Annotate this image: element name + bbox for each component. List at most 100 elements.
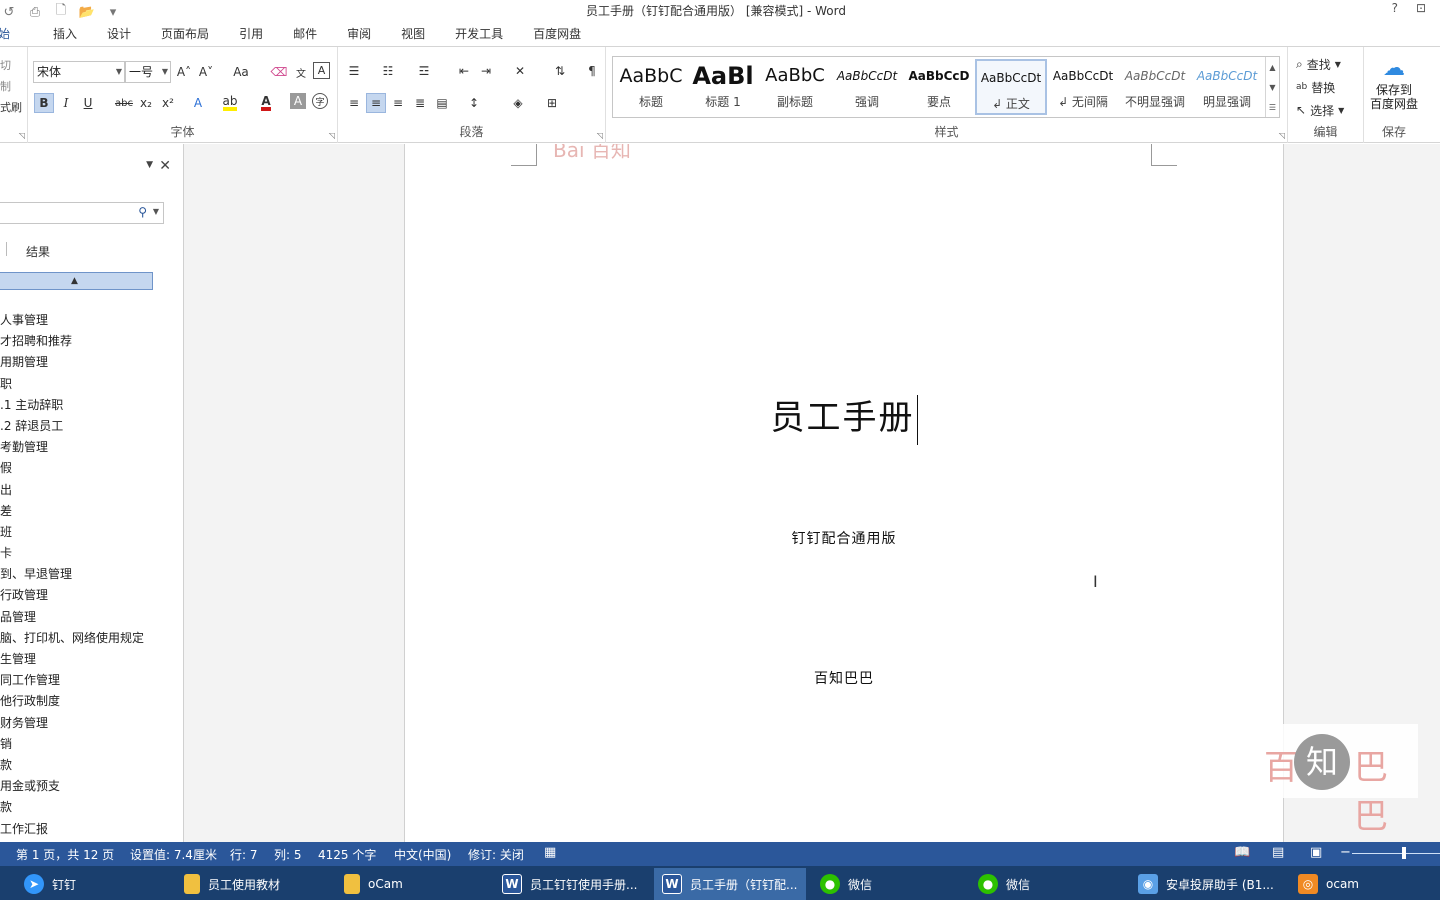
search-icon[interactable]: ⚲ (138, 205, 147, 219)
heading-item[interactable]: 到、早退管理 (0, 564, 183, 585)
font-size-combo[interactable]: 一号 ▼ (125, 61, 171, 83)
read-mode-icon[interactable]: 📖 (1234, 845, 1250, 860)
word-count[interactable]: 4125 个字 (318, 846, 376, 863)
borders-icon[interactable]: ⊞ (542, 93, 562, 113)
heading-item[interactable]: 行政管理 (0, 585, 183, 606)
numbering-icon[interactable]: ☷ (378, 61, 398, 81)
column-status[interactable]: 列: 5 (274, 846, 302, 863)
web-layout-icon[interactable]: ▣ (1310, 845, 1322, 860)
select-button[interactable]: ↖ 选择 ▼ (1296, 99, 1344, 121)
enclose-char-icon[interactable]: 字 (312, 93, 328, 109)
style-title[interactable]: AaBbC 标题 (615, 59, 687, 115)
text-direction-icon[interactable]: ✕ (510, 61, 530, 81)
tab-design[interactable]: 设计 (92, 22, 146, 46)
phonetic-guide-icon[interactable]: 文 (291, 62, 311, 82)
distributed-icon[interactable]: ▤ (432, 93, 452, 113)
paragraph-launcher-icon[interactable]: ◹ (597, 131, 603, 140)
styles-launcher-icon[interactable]: ◹ (1279, 131, 1285, 140)
style-strong[interactable]: AaBbCcD 要点 (903, 59, 975, 115)
change-case-button[interactable]: Aa (226, 62, 256, 82)
position-status[interactable]: 设置值: 7.4厘米 (130, 846, 217, 863)
align-left-icon[interactable]: ≡ (344, 93, 364, 113)
heading-item[interactable]: 同工作管理 (0, 670, 183, 691)
increase-indent-icon[interactable]: ⇥ (476, 61, 496, 81)
style-normal[interactable]: AaBbCcDt ↲ 正文 (975, 59, 1047, 115)
multilevel-list-icon[interactable]: ☲ (414, 61, 434, 81)
tab-baidu-netdisk[interactable]: 百度网盘 (518, 22, 596, 46)
document-page[interactable]: Bai 百知 员工手册 钉钉配合通用版 百知巴巴 I (404, 144, 1284, 842)
font-color-icon[interactable]: A (256, 93, 276, 113)
taskbar-item-dingtalk[interactable]: ➤ 钉钉 (24, 868, 144, 900)
find-button[interactable]: ⌕ 查找 ▼ (1296, 53, 1341, 75)
print-layout-icon[interactable]: ▤ (1272, 845, 1284, 860)
tab-view[interactable]: 视图 (386, 22, 440, 46)
nav-search-input[interactable]: ⚲ ▼ (0, 202, 164, 224)
strikethrough-button[interactable]: abc (112, 93, 136, 113)
heading-item[interactable]: 销 (0, 734, 183, 755)
clear-format-icon[interactable]: ⌫ (269, 62, 289, 82)
heading-item[interactable]: 差 (0, 501, 183, 522)
taskbar-item-wechat-2[interactable]: ● 微信 (978, 868, 1128, 900)
tab-home[interactable]: 始 (0, 22, 26, 46)
taskbar-item-folder-1[interactable]: 员工使用教材 (184, 868, 334, 900)
more-styles-icon[interactable]: ☰ (1269, 103, 1276, 112)
chevron-up-icon[interactable]: ▲ (1269, 63, 1275, 72)
grow-font-button[interactable]: A˄ (174, 62, 194, 82)
tab-results[interactable]: 结果 (26, 243, 50, 260)
document-subtitle[interactable]: 钉钉配合通用版 (405, 528, 1283, 548)
heading-item[interactable]: 职 (0, 374, 183, 395)
char-border-icon[interactable]: A (313, 62, 330, 79)
subscript-button[interactable]: x₂ (136, 93, 156, 113)
close-icon[interactable]: ✕ (159, 158, 171, 174)
justify-icon[interactable]: ≣ (410, 93, 430, 113)
format-painter-button[interactable]: 式刷 (0, 97, 22, 118)
taskbar-item-folder-2[interactable]: oCam (344, 868, 494, 900)
line-status[interactable]: 行: 7 (230, 846, 258, 863)
zoom-out-icon[interactable]: − (1340, 845, 1351, 860)
heading-item[interactable]: 工作汇报 (0, 819, 183, 840)
document-title[interactable]: 员工手册 (405, 390, 1283, 445)
cut-button[interactable]: 切 (0, 55, 22, 76)
collapse-heading-button[interactable]: ▲ (0, 272, 153, 290)
heading-item[interactable]: 用期管理 (0, 352, 183, 373)
superscript-button[interactable]: x² (158, 93, 178, 113)
font-launcher-icon[interactable]: ◹ (329, 131, 335, 140)
taskbar-item-word-2[interactable]: W 员工手册（钉钉配... (654, 868, 806, 900)
bullets-icon[interactable]: ☰ (344, 61, 364, 81)
heading-item[interactable]: 人事管理 (0, 310, 183, 331)
decrease-indent-icon[interactable]: ⇤ (454, 61, 474, 81)
document-area[interactable]: Bai 百知 员工手册 钉钉配合通用版 百知巴巴 I (184, 144, 1440, 842)
sort-icon[interactable]: ⇅ (550, 61, 570, 81)
tab-page-layout[interactable]: 页面布局 (146, 22, 224, 46)
line-spacing-icon[interactable]: ↕ (464, 93, 484, 113)
heading-item[interactable]: 出 (0, 480, 183, 501)
clipboard-launcher-icon[interactable]: ◹ (19, 131, 25, 140)
heading-item[interactable]: 财务管理 (0, 713, 183, 734)
font-name-combo[interactable]: 宋体 ▼ (33, 61, 125, 83)
heading-item[interactable]: 款 (0, 797, 183, 818)
tab-insert[interactable]: 插入 (25, 22, 92, 46)
heading-item[interactable]: 品管理 (0, 607, 183, 628)
language-status[interactable]: 中文(中国) (394, 846, 451, 863)
style-no-spacing[interactable]: AaBbCcDt ↲ 无间隔 (1047, 59, 1119, 115)
style-intense-emphasis[interactable]: AaBbCcDt 明显强调 (1191, 59, 1263, 115)
heading-item[interactable]: 考勤管理 (0, 437, 183, 458)
underline-button[interactable]: U (78, 93, 98, 113)
heading-item[interactable]: 班 (0, 522, 183, 543)
style-subtle-emphasis[interactable]: AaBbCcDt 不明显强调 (1119, 59, 1191, 115)
taskbar-item-android-mirror[interactable]: ◉ 安卓投屏助手 (B1... (1138, 868, 1288, 900)
taskbar-item-word-1[interactable]: W 员工钉钉使用手册... (502, 868, 652, 900)
styles-scroll[interactable]: ▲ ▼ ☰ (1265, 57, 1279, 117)
chevron-down-icon[interactable]: ▼ (1269, 83, 1275, 92)
taskbar-item-wechat-1[interactable]: ● 微信 (820, 868, 970, 900)
style-heading-1[interactable]: AaBl 标题 1 (687, 59, 759, 115)
zoom-slider[interactable] (1352, 853, 1440, 854)
page-count[interactable]: 第 1 页，共 12 页 (16, 846, 114, 863)
zoom-thumb[interactable] (1402, 847, 1406, 859)
tab-review[interactable]: 审阅 (332, 22, 386, 46)
heading-item[interactable]: 款 (0, 755, 183, 776)
document-author[interactable]: 百知巴巴 (405, 668, 1283, 688)
tab-references[interactable]: 引用 (224, 22, 278, 46)
replace-button[interactable]: ab 替换 (1296, 76, 1335, 98)
heading-item[interactable]: 脑、打印机、网络使用规定 (0, 628, 183, 649)
